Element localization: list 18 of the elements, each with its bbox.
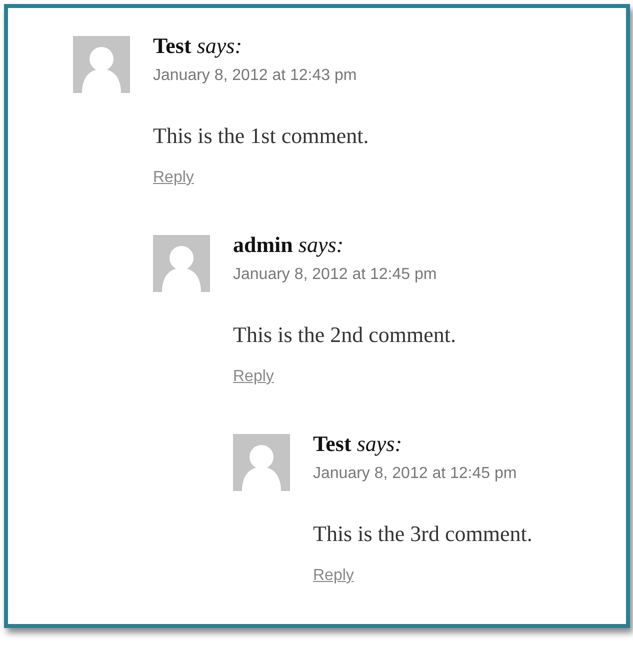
reply-link[interactable]: Reply <box>233 367 274 387</box>
avatar-icon <box>73 36 130 93</box>
comment-date[interactable]: January 8, 2012 at 12:43 pm <box>153 66 626 86</box>
comment-date[interactable]: January 8, 2012 at 12:45 pm <box>233 265 626 285</box>
comment-text: This is the 1st comment. <box>153 122 370 150</box>
author-name: Test <box>313 431 352 456</box>
says-label: says: <box>196 33 242 58</box>
says-label: says: <box>356 431 402 456</box>
says-label: says: <box>298 232 344 257</box>
reply-link[interactable]: Reply <box>313 566 354 586</box>
reply-link[interactable]: Reply <box>153 168 194 188</box>
comment-date[interactable]: January 8, 2012 at 12:45 pm <box>313 464 626 484</box>
author-name: Test <box>153 33 192 58</box>
avatar-icon <box>233 434 290 491</box>
author-name: admin <box>233 232 293 257</box>
comment-text: This is the 3rd comment. <box>313 520 534 548</box>
comment-text: This is the 2nd comment. <box>233 321 458 349</box>
avatar-icon <box>153 235 210 292</box>
